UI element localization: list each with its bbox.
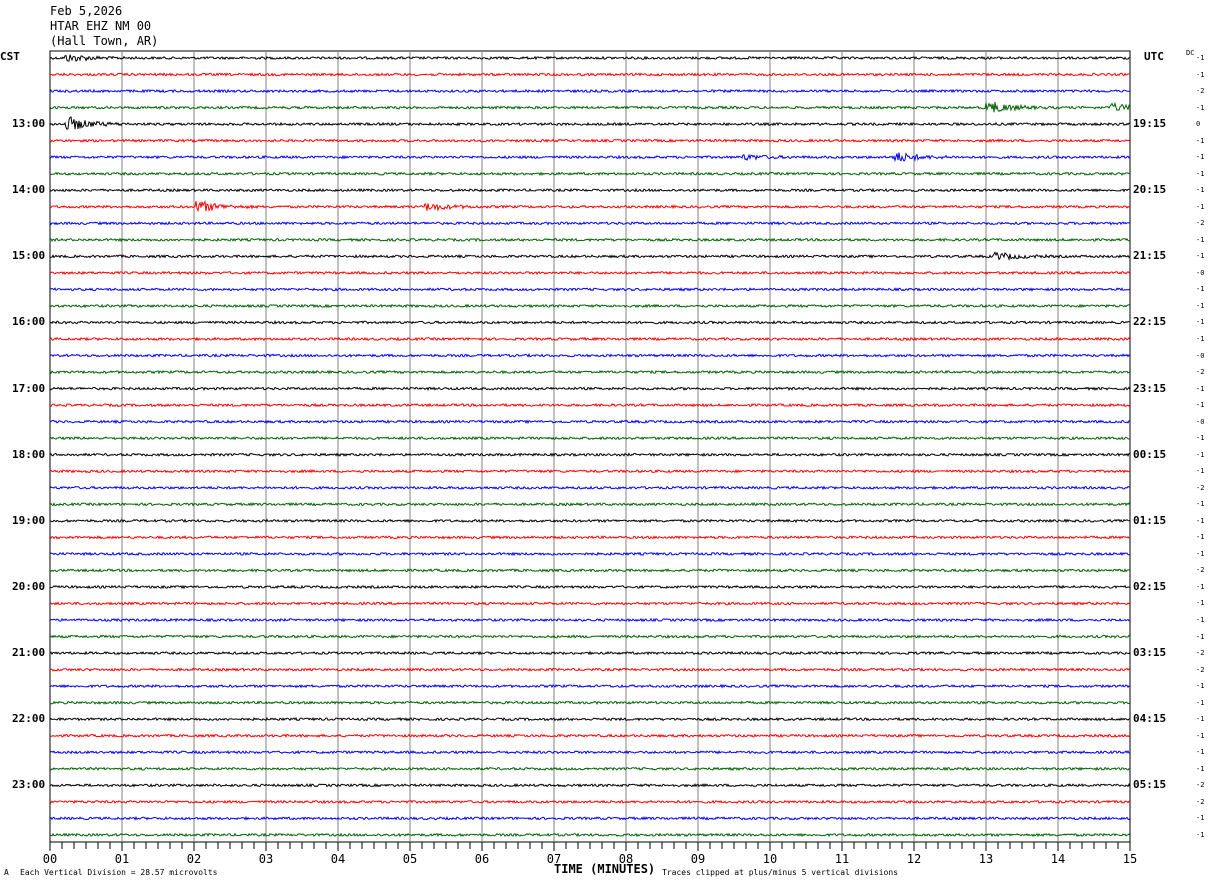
seismic-trace <box>49 320 1131 325</box>
seismic-trace <box>49 435 1131 441</box>
seismic-trace <box>49 138 1131 143</box>
seismic-trace <box>49 54 1131 62</box>
corner-mark: A <box>4 868 9 877</box>
seismic-trace <box>49 584 1131 590</box>
x-tick-label: 15 <box>1123 852 1137 866</box>
seismic-trace <box>49 468 1131 474</box>
seismic-trace <box>49 353 1131 358</box>
x-tick-label: 13 <box>979 852 993 866</box>
seismic-trace <box>49 419 1131 425</box>
x-tick-label: 10 <box>763 852 777 866</box>
seismic-trace <box>49 88 1130 94</box>
seismic-trace <box>49 832 1131 838</box>
seismic-trace <box>49 116 1131 131</box>
seismic-trace <box>49 386 1131 392</box>
seismic-trace <box>49 287 1131 292</box>
x-tick-label: 06 <box>475 852 489 866</box>
seismic-trace <box>49 815 1131 821</box>
seismic-trace <box>49 303 1131 309</box>
seismic-trace <box>49 700 1131 705</box>
x-tick-label: 11 <box>835 852 849 866</box>
seismic-trace <box>49 200 1131 213</box>
helicorder-plot: 00 01 02 03 04 05 06 07 08 09 10 11 12 13 14 15 <box>43 50 1137 866</box>
seismic-trace <box>49 683 1131 689</box>
x-tick-label: 12 <box>907 852 921 866</box>
x-tick-label: 02 <box>187 852 201 866</box>
x-tick-label: 03 <box>259 852 273 866</box>
seismic-trace <box>49 485 1131 491</box>
clip-note: Traces clipped at plus/minus 5 vertical … <box>662 868 899 877</box>
x-tick-label: 00 <box>43 852 57 866</box>
seismic-trace <box>49 220 1131 226</box>
seismic-trace <box>49 749 1131 755</box>
seismic-trace <box>49 336 1131 342</box>
seismic-trace <box>49 766 1131 772</box>
x-tick-label: 05 <box>403 852 417 866</box>
seismic-trace <box>49 152 1131 163</box>
seismic-trace <box>49 72 1131 77</box>
seismic-trace <box>49 270 1131 276</box>
seismic-trace <box>49 452 1131 458</box>
seismic-trace <box>49 733 1131 739</box>
seismic-trace <box>49 171 1131 177</box>
seismic-trace <box>49 617 1131 623</box>
x-tick-label: 01 <box>115 852 129 866</box>
x-tick-label: 09 <box>691 852 705 866</box>
seismic-trace <box>49 369 1131 375</box>
plot-frame <box>49 50 1131 843</box>
seismic-trace <box>49 501 1131 507</box>
seismic-trace <box>49 799 1131 805</box>
seismic-trace <box>49 101 1131 113</box>
seismic-trace <box>49 535 1131 540</box>
seismic-trace <box>50 251 1131 262</box>
seismic-trace <box>50 518 1131 524</box>
seismic-trace <box>49 716 1131 722</box>
seismic-trace <box>49 551 1130 557</box>
seismic-trace <box>49 782 1131 788</box>
x-axis-title: TIME (MINUTES) <box>554 862 656 876</box>
seismic-trace <box>49 568 1130 573</box>
x-tick-label: 04 <box>331 852 345 866</box>
scale-note: Each Vertical Division = 28.57 microvolt… <box>20 868 218 877</box>
seismic-trace <box>49 667 1131 672</box>
seismic-trace <box>49 237 1131 243</box>
x-tick-label: 14 <box>1051 852 1065 866</box>
seismic-trace <box>49 634 1131 639</box>
seismic-trace <box>49 650 1131 656</box>
seismic-trace <box>49 187 1130 193</box>
seismic-trace <box>49 402 1131 408</box>
seismic-trace <box>49 601 1131 606</box>
